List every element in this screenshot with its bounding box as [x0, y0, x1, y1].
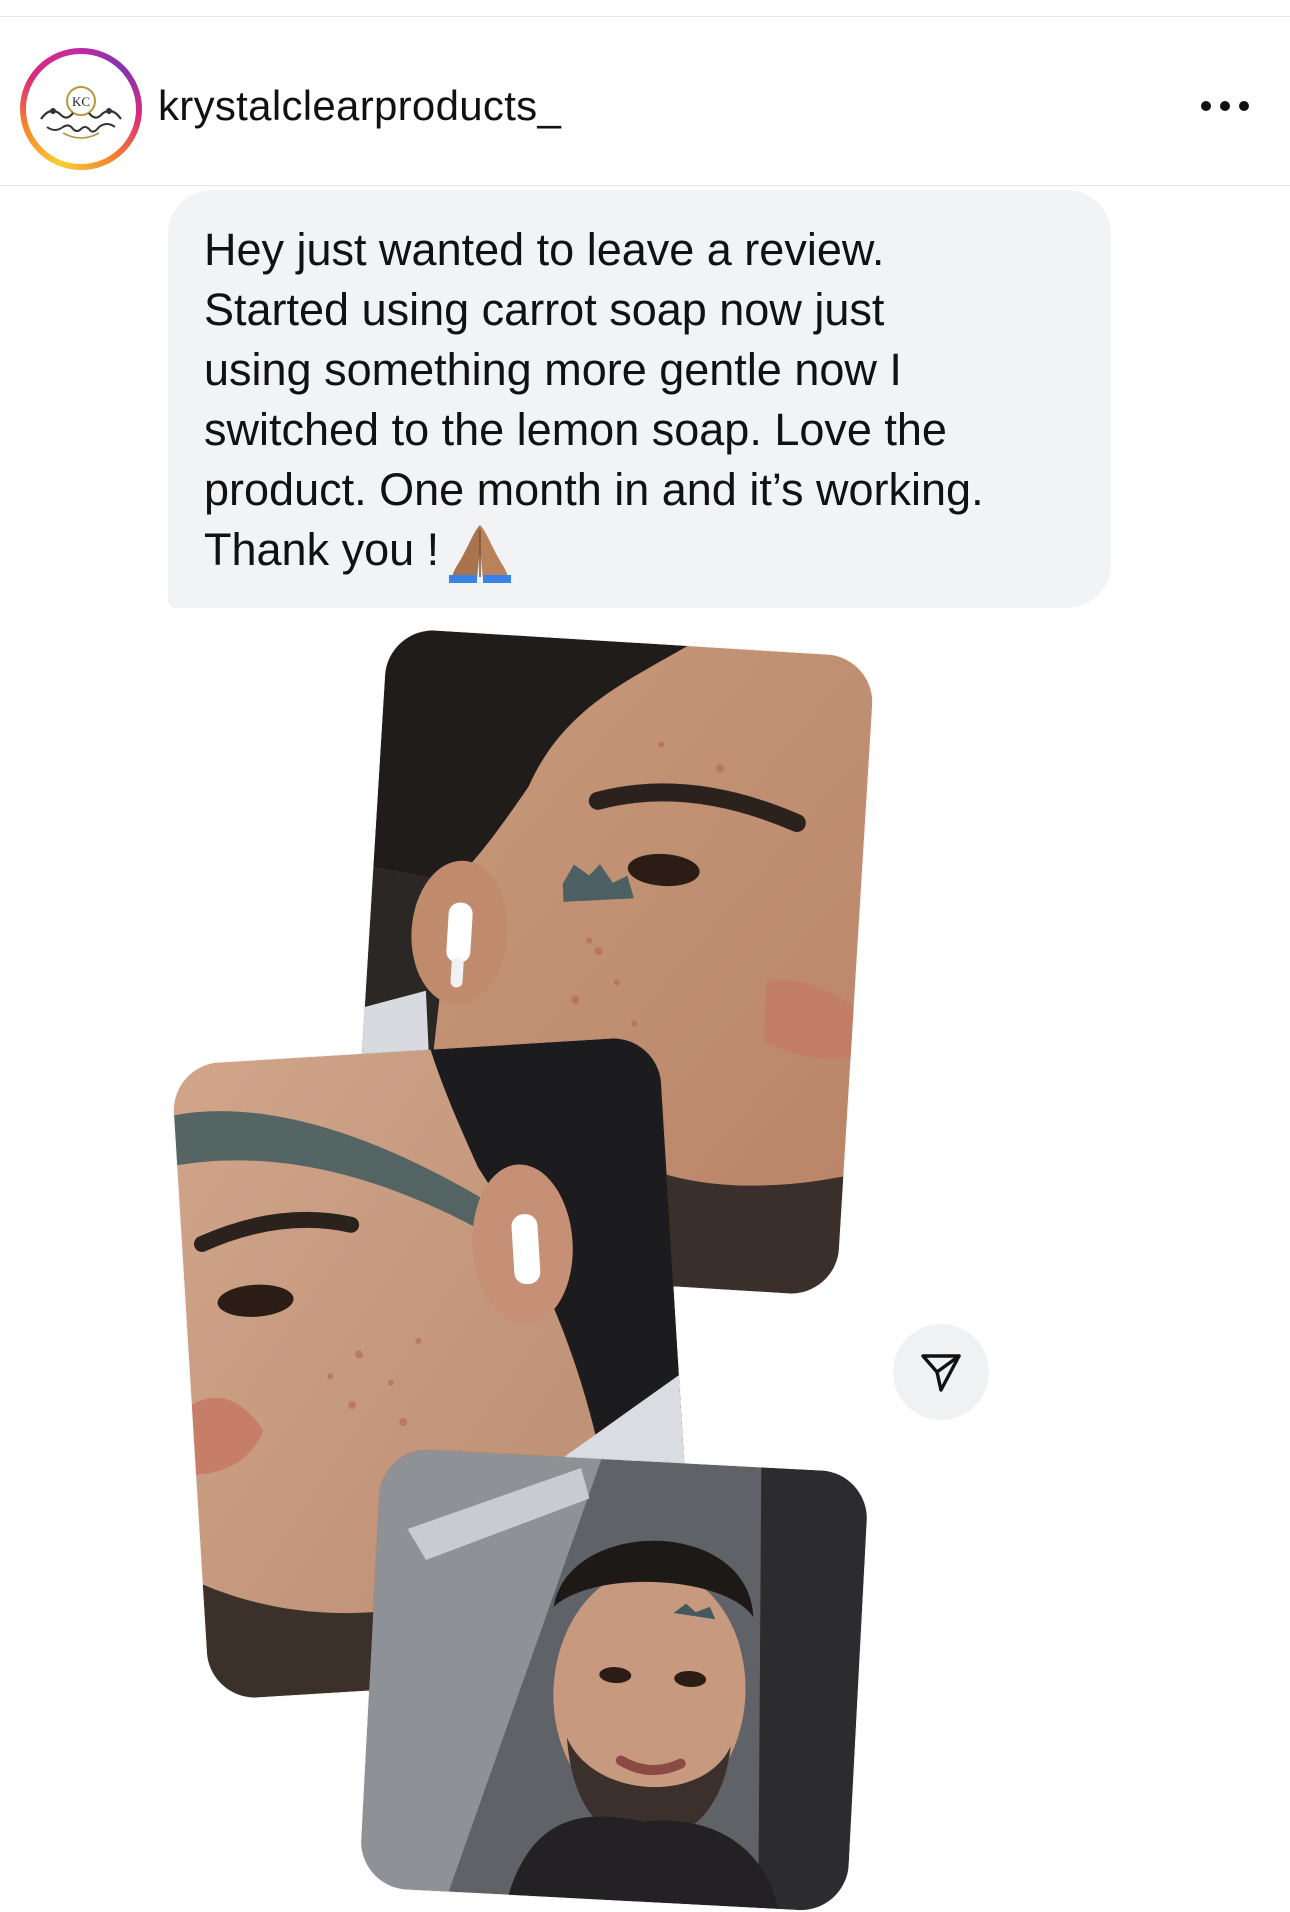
review-photo-3[interactable]: [358, 1447, 870, 1912]
message-text: Hey just wanted to leave a review. Start…: [204, 220, 1084, 584]
avatar-monogram: KC: [72, 94, 90, 109]
avatar-inner: KC: [26, 54, 136, 164]
brand-logo-icon: KC: [40, 86, 122, 139]
more-options-button[interactable]: [1195, 86, 1255, 126]
profile-username[interactable]: krystalclearproducts_: [158, 82, 561, 130]
message-line: Started using carrot soap now just: [204, 284, 885, 335]
message-line: switched to the lemon soap. Love the: [204, 404, 947, 455]
photo-selfie-car: [358, 1447, 870, 1912]
folded-hands-icon: [449, 525, 512, 584]
message-bubble[interactable]: Hey just wanted to leave a review. Start…: [168, 190, 1111, 608]
message-line: Hey just wanted to leave a review.: [204, 224, 885, 275]
profile-avatar[interactable]: KC: [20, 48, 142, 170]
share-button[interactable]: [893, 1324, 989, 1420]
more-horizontal-icon: [1201, 101, 1249, 111]
message-line: product. One month in and it’s working.: [204, 464, 984, 515]
message-line-last: Thank you !: [204, 520, 1084, 584]
share-send-icon: [921, 1354, 961, 1392]
message-line: using something more gentle now I: [204, 344, 902, 395]
header-divider: [0, 185, 1290, 186]
message-line-thanks: Thank you !: [204, 524, 440, 575]
